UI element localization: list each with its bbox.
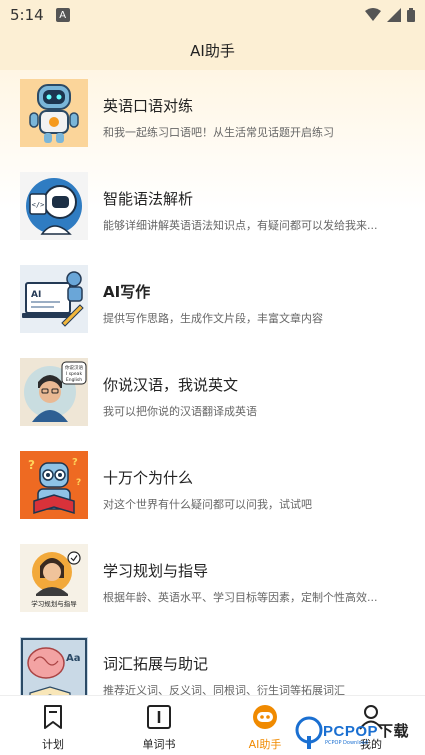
watermark-text: PCPOP下载: [323, 723, 410, 740]
item-subtitle: 推荐近义词、反义词、同根词、衍生词等拓展词汇: [103, 684, 345, 695]
svg-text:I speak: I speak: [66, 371, 82, 377]
page-title: AI助手: [190, 41, 235, 60]
item-title: 你说汉语，我说英文: [103, 376, 239, 394]
list-item-oral-practice[interactable]: 英语口语对练 和我一起练习口语吧！从生活常见话题开启练习: [0, 70, 425, 162]
tab-plan[interactable]: 计划: [0, 696, 106, 755]
book-icon: [147, 705, 171, 729]
item-title: 十万个为什么: [103, 469, 194, 487]
item-subtitle: 和我一起练习口语吧！从生活常见话题开启练习: [103, 126, 334, 139]
study-planner-icon: 学习规划与指导: [20, 544, 88, 612]
bookmark-icon: [44, 705, 62, 729]
list-item-study-plan[interactable]: 学习规划与指导 学习规划与指导 根据年龄、英语水平、学习目标等因素，定制个性高效…: [0, 535, 425, 627]
pcpop-watermark: PCPOP下载 PCPOP Download: [295, 714, 425, 754]
tab-label: 单词书: [142, 738, 176, 751]
svg-text:English: English: [66, 377, 82, 383]
assistant-list[interactable]: 英语口语对练 和我一起练习口语吧！从生活常见话题开启练习 </> 智能语法解析 …: [0, 70, 425, 695]
tab-word-book[interactable]: 单词书: [106, 696, 212, 755]
item-subtitle: 我可以把你说的汉语翻译成英语: [103, 405, 257, 418]
list-item-translate[interactable]: 你说汉语 I speak English 你说汉语，我说英文 我可以把你说的汉语…: [0, 349, 425, 441]
robot-mascot-icon: [20, 79, 88, 147]
item-subtitle: 根据年龄、英语水平、学习目标等因素，定制个性高效...: [103, 591, 378, 604]
battery-icon: [407, 8, 415, 22]
item-title: 词汇拓展与助记: [103, 655, 209, 673]
status-time: 5:14: [10, 6, 44, 24]
list-item-why[interactable]: ? ? ? 十万个为什么 对这个世界有什么疑问都可以问我，试试吧: [0, 442, 425, 534]
astronaut-robot-icon: </>: [20, 172, 88, 240]
svg-text:Aa: Aa: [66, 653, 81, 664]
svg-text:?: ?: [72, 457, 78, 468]
status-bar: 5:14 A: [0, 0, 425, 30]
list-item-grammar[interactable]: </> 智能语法解析 能够详细讲解英语语法知识点，有疑问都可以发给我来...: [0, 163, 425, 255]
list-item-ai-writing[interactable]: AI AI写作 提供写作思路，生成作文片段，丰富文章内容: [0, 256, 425, 348]
item-title: 英语口语对练: [103, 97, 194, 115]
item-subtitle: 提供写作思路，生成作文片段，丰富文章内容: [103, 312, 323, 325]
svg-text:?: ?: [28, 458, 35, 472]
status-indicators: [365, 8, 415, 22]
brain-vocabulary-icon: Aa: [20, 637, 88, 695]
laptop-writing-icon: AI: [20, 265, 88, 333]
svg-text:你说汉语: 你说汉语: [65, 364, 83, 371]
reading-robot-icon: ? ? ?: [20, 451, 88, 519]
item-subtitle: 能够详细讲解英语语法知识点，有疑问都可以发给我来...: [103, 219, 378, 232]
item-title: 学习规划与指导: [103, 562, 209, 580]
tab-label: 计划: [42, 738, 64, 751]
watermark-subtext: PCPOP Download: [325, 740, 368, 746]
item-title: 智能语法解析: [103, 190, 194, 208]
translator-person-icon: 你说汉语 I speak English: [20, 358, 88, 426]
pcpop-logo-icon: [295, 716, 323, 749]
wifi-icon: [365, 8, 381, 21]
list-item-vocabulary[interactable]: Aa 词汇拓展与助记 推荐近义词、反义词、同根词、衍生词等拓展词汇: [0, 628, 425, 695]
svg-text:学习规划与指导: 学习规划与指导: [31, 599, 77, 608]
ai-assistant-icon: [253, 705, 277, 729]
notification-icon: A: [55, 8, 70, 22]
item-subtitle: 对这个世界有什么疑问都可以问我，试试吧: [103, 498, 312, 511]
item-title: AI写作: [103, 283, 151, 301]
svg-text:</>: </>: [32, 201, 45, 209]
svg-text:?: ?: [76, 478, 81, 488]
svg-text:AI: AI: [31, 290, 41, 300]
app-header: AI助手: [0, 30, 425, 70]
signal-icon: [387, 8, 401, 22]
